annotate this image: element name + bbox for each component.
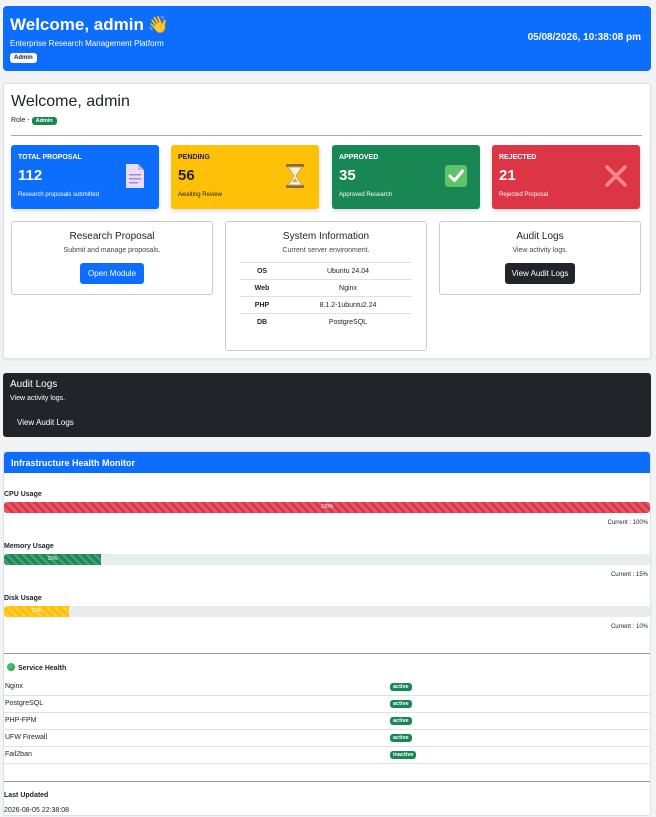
divider [4,781,650,782]
stat-desc: Approved Research [339,192,393,198]
system-info-table: OS Ubuntu 24.04 Web Nginx PHP 8.1.2-1ubuntu… [240,262,412,331]
table-row: DB PostgreSQL [240,313,412,331]
table-key: OS [240,262,284,280]
stat-desc: Awaiting Review [178,192,222,198]
service-health-heading: Service Health [7,663,66,672]
cpu-current: Current : 100% [607,520,648,526]
memory-label: Memory Usage [4,543,54,550]
memory-progress-fill: 15% [4,554,101,565]
stat-label: REJECTED [499,154,537,161]
header-subtitle: Enterprise Research Management Platform [10,39,164,48]
service-status-badge: active [390,683,412,691]
view-audit-logs-button[interactable]: View Audit Logs [504,263,576,284]
service-row: Fail2ban inactive [4,747,650,764]
divider [11,135,642,136]
cross-icon [605,165,627,187]
service-row: Nginx active [4,679,650,696]
banner-desc: View activity logs. [10,395,66,402]
module-desc: Current server environment. [282,247,370,254]
table-value: Ubuntu 24.04 [284,262,412,280]
service-row: UFW Firewall active [4,730,650,747]
memory-current: Current : 15% [610,572,648,578]
stat-card-approved[interactable]: APPROVED 35 Approved Research [332,145,480,209]
table-value: Nginx [284,279,412,297]
last-updated-value: 2026-08-05 22:38:08 [4,807,69,814]
banner-title: Audit Logs [10,379,58,390]
role-line: Role - Admin [11,117,57,125]
service-name: Nginx [5,683,23,690]
role-badge: Admin [10,53,37,63]
top-header: Welcome, admin 👋 Enterprise Research Mana… [3,6,651,71]
service-row: PHP-FPM active [4,713,650,730]
role-badge: Admin [31,117,57,125]
open-module-button[interactable]: Open Module [79,263,145,284]
stat-label: APPROVED [339,154,379,161]
header-title: Welcome, admin 👋 [10,15,169,35]
infrastructure-health-card: Infrastructure Health Monitor CPU Usage … [3,451,651,816]
stat-card-rejected[interactable]: REJECTED 21 Rejected Proposal [492,145,640,209]
stat-value: 21 [499,167,516,184]
service-name: UFW Firewall [5,734,47,741]
wave-icon: 👋 [147,15,170,34]
disk-label: Disk Usage [4,595,42,602]
header-title-text: Welcome, admin [10,15,144,34]
hourglass-icon [286,164,304,188]
divider [4,653,650,654]
module-desc: Submit and manage proposals. [63,247,161,254]
stat-value: 35 [339,167,356,184]
module-title: Audit Logs [516,231,564,242]
header-datetime: 05/08/2026, 10:38:08 pm [527,32,641,43]
table-row: PHP 8.1.2-1ubuntu2.24 [240,296,412,314]
module-desc: View activity logs. [512,247,568,254]
stat-label: PENDING [178,154,210,161]
module-title: Research Proposal [69,231,155,242]
cpu-progress-fill: 100% [4,502,650,513]
cpu-label: CPU Usage [4,491,42,498]
stat-desc: Rejected Proposal [499,192,549,198]
role-label: Role - [11,117,30,124]
audit-logs-banner: Audit Logs View activity logs. View Audi… [3,373,651,437]
disk-progress-bar: 10% [4,606,650,617]
stat-card-total[interactable]: TOTAL PROPOSAL 112 Research proposals su… [11,145,159,209]
service-name: PostgreSQL [5,700,44,707]
welcome-heading: Welcome, admin [11,93,130,110]
service-row: PostgreSQL active [4,696,650,713]
service-name: Fail2ban [5,751,32,758]
research-proposal-card: Research Proposal Submit and manage prop… [11,221,213,295]
disk-progress-fill: 10% [4,606,69,617]
stat-value: 112 [18,167,43,184]
table-key: PHP [240,296,284,314]
service-name: PHP-FPM [5,717,37,724]
cpu-progress-bar: 100% [4,502,650,513]
table-value: PostgreSQL [284,313,412,331]
table-key: Web [240,279,284,297]
view-audit-logs-link[interactable]: View Audit Logs [10,415,81,430]
check-icon [445,165,467,187]
service-health-title: Service Health [18,665,67,672]
service-status-badge: inactive [390,751,417,759]
stat-label: TOTAL PROPOSAL [18,154,82,161]
document-icon [126,164,144,188]
table-value: 8.1.2-1ubuntu2.24 [284,296,412,314]
service-status-badge: active [390,700,412,708]
audit-logs-card: Audit Logs View activity logs. View Audi… [439,221,641,295]
service-status-badge: active [390,717,412,725]
system-information-card: System Information Current server enviro… [225,221,427,351]
memory-progress-bar: 15% [4,554,650,565]
stat-card-pending[interactable]: PENDING 56 Awaiting Review [171,145,319,209]
service-status-badge: active [390,734,412,742]
stat-value: 56 [178,167,195,184]
module-title: System Information [282,231,370,242]
health-header: Infrastructure Health Monitor [4,452,650,473]
dashboard-card: Welcome, admin Role - Admin TOTAL PROPOS… [3,83,651,359]
disk-current: Current : 10% [610,624,648,630]
table-row: Web Nginx [240,279,412,297]
status-dot-icon [7,663,15,671]
stat-desc: Research proposals submitted [18,192,100,198]
table-key: DB [240,313,284,331]
last-updated-label: Last Updated [4,792,49,799]
table-row: OS Ubuntu 24.04 [240,262,412,280]
